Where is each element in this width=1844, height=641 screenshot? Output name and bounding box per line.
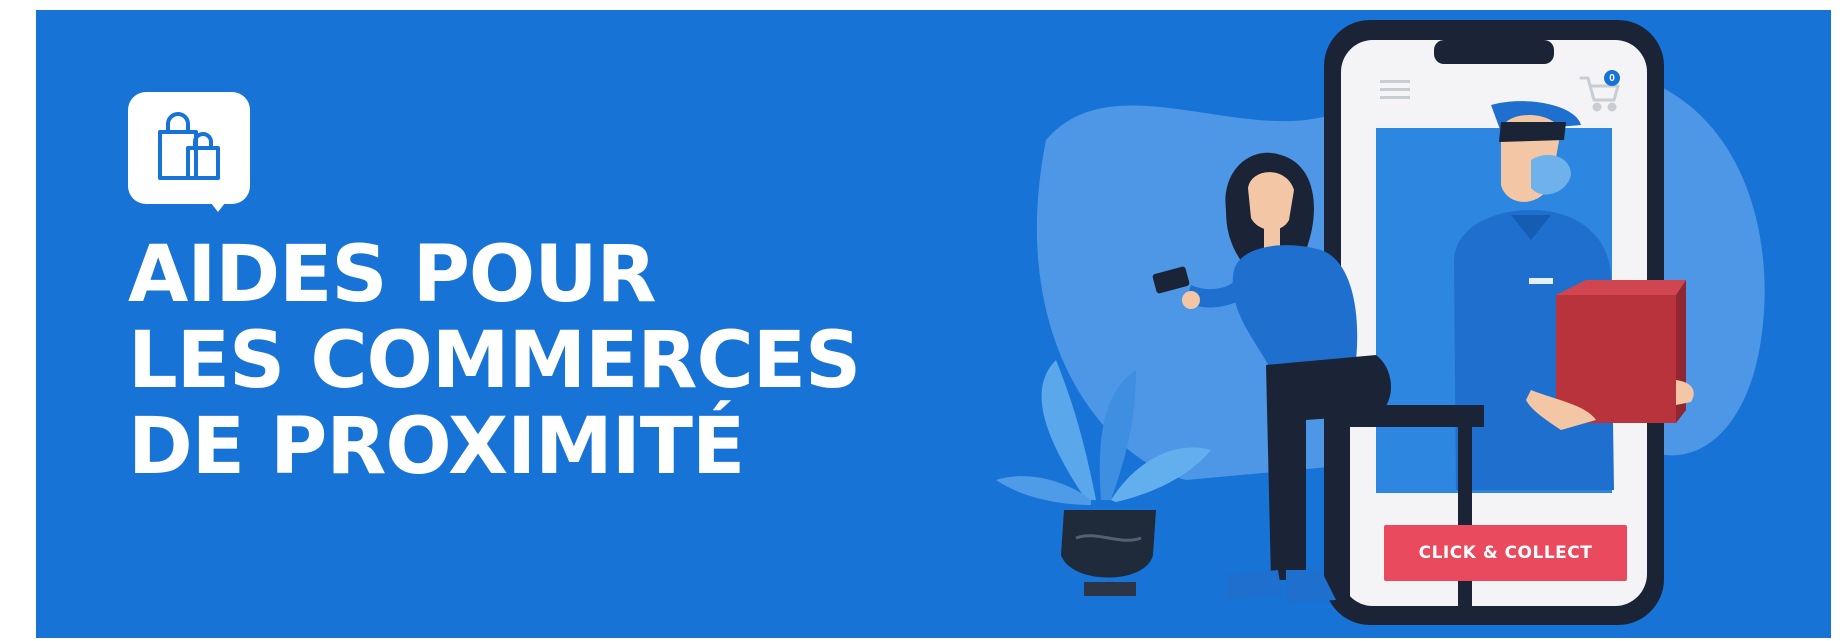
- headline-line-3: DE PROXIMITÉ: [128, 402, 745, 492]
- speech-bubble-badge: [128, 92, 250, 204]
- illustration: 0 CLICK & COLLECT: [986, 10, 1831, 638]
- speech-bubble-tail: [204, 194, 232, 212]
- promo-banner[interactable]: AIDES POUR LES COMMERCES DE PROXIMITÉ 0 …: [36, 10, 1831, 638]
- hamburger-menu-icon: [1380, 80, 1410, 99]
- headline: AIDES POUR LES COMMERCES DE PROXIMITÉ: [128, 230, 861, 492]
- shopping-bags-icon: [158, 112, 220, 180]
- headline-line-2: LES COMMERCES: [128, 316, 861, 406]
- cart-count-badge: 0: [1604, 70, 1620, 86]
- headline-line-1: AIDES POUR: [128, 230, 657, 320]
- click-and-collect-button[interactable]: CLICK & COLLECT: [1384, 525, 1627, 581]
